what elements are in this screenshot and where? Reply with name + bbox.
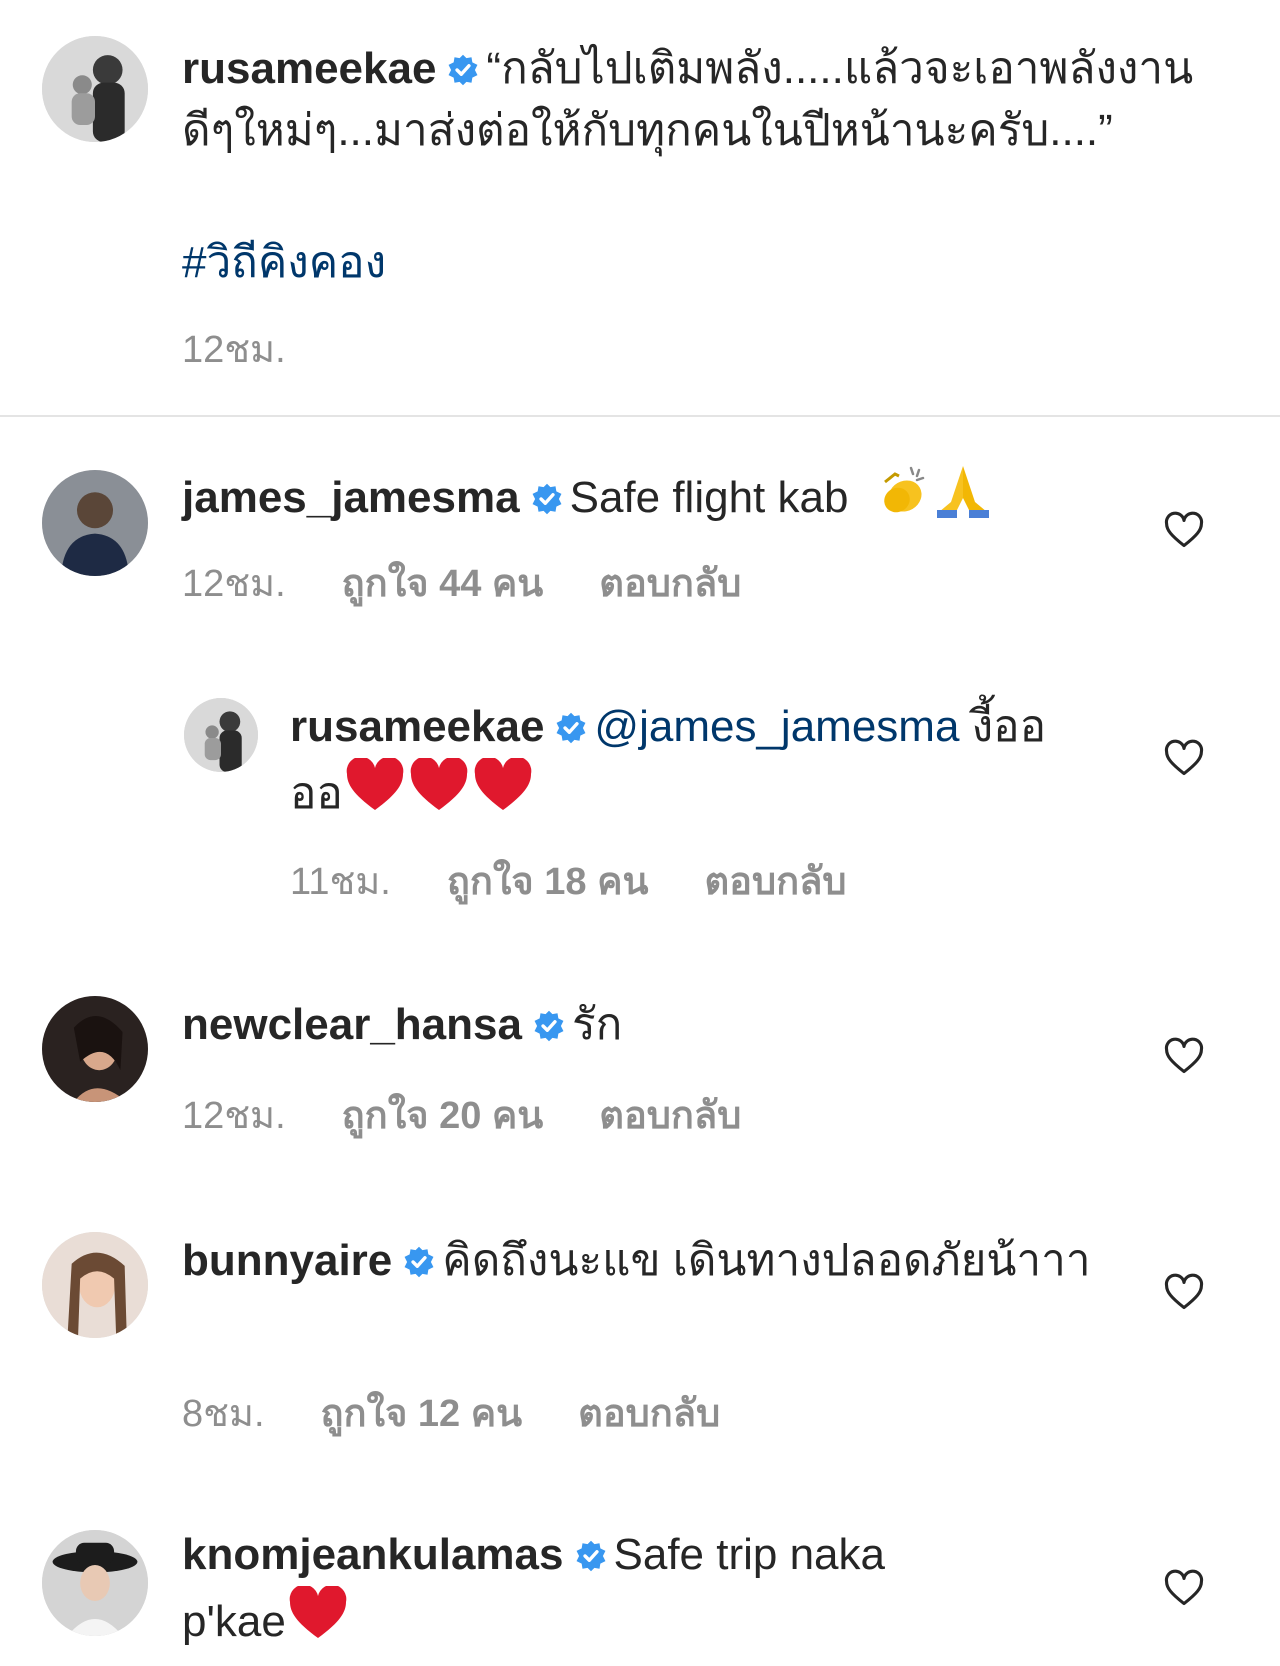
reply-button[interactable]: ตอบกลับ	[599, 1095, 741, 1137]
username[interactable]: rusameekae	[290, 702, 544, 751]
verified-badge-icon	[402, 1245, 436, 1279]
reply-button[interactable]: ตอบกลับ	[599, 563, 741, 605]
likes-count[interactable]: ถูกใจ 20 คน	[342, 1095, 544, 1137]
avatar[interactable]	[42, 1530, 148, 1636]
post-caption: rusameekae “กลับไปเติมพลัง.....แล้วจะเอาพ…	[0, 0, 1280, 415]
like-heart-icon[interactable]	[1162, 1034, 1206, 1078]
comment-time: 12ชม.	[182, 1095, 286, 1137]
likes-count[interactable]: ถูกใจ 44 คน	[342, 563, 544, 605]
reply-button[interactable]: ตอบกลับ	[578, 1393, 720, 1435]
like-heart-icon[interactable]	[1162, 1270, 1206, 1314]
red-heart-icon	[343, 758, 407, 814]
comment-text: คิดถึงนะแข เดินทางปลอดภัยน้าาา	[442, 1236, 1091, 1285]
comment-time: 8ชม.	[182, 1393, 265, 1435]
clapping-hands-icon	[875, 462, 931, 518]
comment-time: 12ชม.	[182, 563, 286, 605]
comment-time: 11ชม.	[290, 861, 391, 903]
divider	[0, 415, 1280, 417]
avatar[interactable]	[184, 698, 258, 772]
red-heart-icon	[471, 758, 535, 814]
verified-badge-icon	[446, 53, 480, 87]
username[interactable]: newclear_hansa	[182, 1000, 522, 1049]
mention-link[interactable]: @james_jamesma	[594, 702, 959, 751]
avatar[interactable]	[42, 36, 148, 142]
verified-badge-icon	[554, 711, 588, 745]
comment-text: Safe flight kab	[569, 473, 849, 522]
verified-badge-icon	[574, 1539, 608, 1573]
comment-text: รัก	[571, 1000, 623, 1049]
like-heart-icon[interactable]	[1162, 736, 1206, 780]
verified-badge-icon	[530, 482, 564, 516]
folded-hands-icon	[931, 462, 995, 518]
caption-time: 12ชม.	[182, 329, 286, 371]
like-heart-icon[interactable]	[1162, 1566, 1206, 1610]
likes-count[interactable]: ถูกใจ 18 คน	[447, 861, 649, 903]
verified-badge-icon	[532, 1009, 566, 1043]
username[interactable]: rusameekae	[182, 44, 436, 93]
username[interactable]: james_jamesma	[182, 473, 520, 522]
red-heart-icon	[286, 1586, 350, 1642]
avatar[interactable]	[42, 996, 148, 1102]
likes-count[interactable]: ถูกใจ 12 คน	[321, 1393, 523, 1435]
username[interactable]: bunnyaire	[182, 1236, 392, 1285]
avatar[interactable]	[42, 1232, 148, 1338]
hashtag-link[interactable]: #วิถีคิงคอง	[182, 232, 386, 294]
red-heart-icon	[407, 758, 471, 814]
username[interactable]: knomjeankulamas	[182, 1530, 564, 1579]
reply-button[interactable]: ตอบกลับ	[704, 861, 846, 903]
avatar[interactable]	[42, 470, 148, 576]
like-heart-icon[interactable]	[1162, 508, 1206, 552]
